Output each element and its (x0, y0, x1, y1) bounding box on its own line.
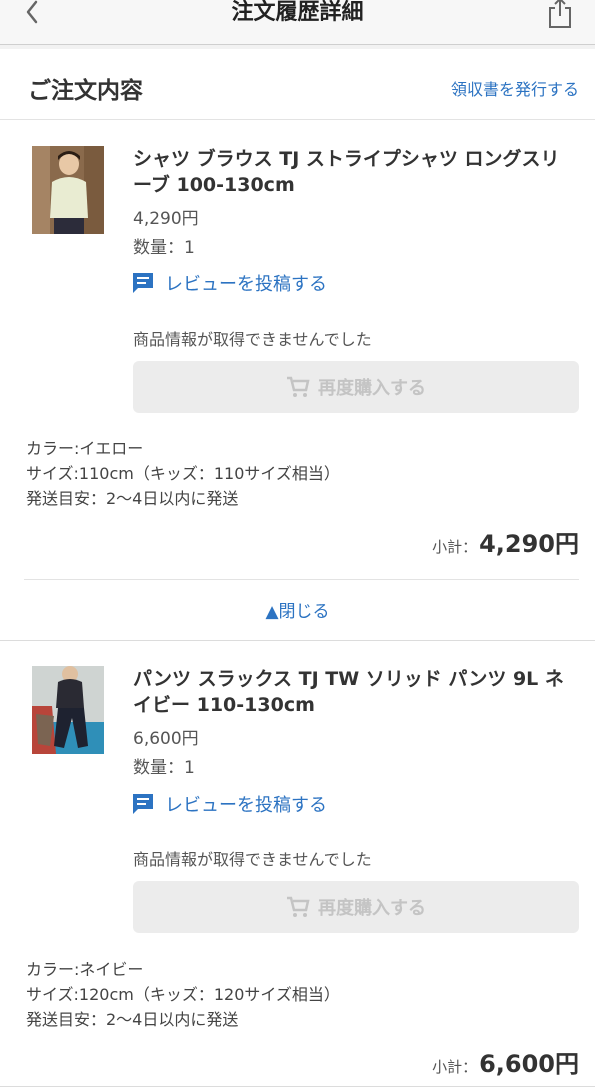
product-attributes: カラー:イエロー サイズ:110cm（キッズ：110サイズ相当） 発送目安：2〜… (26, 436, 340, 511)
top-bar: 注文履歴詳細 (0, 0, 595, 45)
page-title: 注文履歴詳細 (231, 0, 364, 25)
product-name[interactable]: シャツ ブラウス TJ ストライプシャツ ロングスリーブ 100-130cm (133, 146, 571, 198)
product-attributes: カラー:ネイビー サイズ:120cm（キッズ：120サイズ相当） 発送目安：2〜… (26, 957, 340, 1032)
size-attribute: サイズ:120cm（キッズ：120サイズ相当） (26, 985, 340, 1004)
share-icon[interactable] (545, 0, 575, 30)
shipping-estimate: 発送目安：2〜4日以内に発送 (26, 1010, 239, 1029)
subtotal-value: 4,290円 (479, 530, 579, 558)
no-info-text: 商品情報が取得できませんでした (133, 330, 372, 349)
issue-receipt-link[interactable]: 領収書を発行する (451, 76, 579, 100)
product-price: 4,290円 (133, 209, 199, 229)
divider (24, 579, 579, 580)
product-image[interactable] (32, 146, 104, 234)
order-item: パンツ スラックス TJ TW ソリッド パンツ 9L ネイビー 110-130… (0, 641, 595, 1087)
rebuy-label: 再度購入する (318, 378, 426, 399)
product-price: 6,600円 (133, 729, 199, 749)
subtotal: 小計： 4,290円 (432, 524, 579, 559)
review-icon (133, 794, 153, 814)
order-contents-header: ご注文内容 領収書を発行する (0, 49, 595, 120)
product-name[interactable]: パンツ スラックス TJ TW ソリッド パンツ 9L ネイビー 110-130… (133, 666, 571, 718)
post-review-link[interactable]: レビューを投稿する (131, 791, 327, 817)
review-label: レビューを投稿する (165, 274, 327, 295)
rebuy-button[interactable]: 再度購入する (133, 881, 579, 933)
rebuy-label: 再度購入する (318, 898, 426, 919)
review-label: レビューを投稿する (165, 795, 327, 816)
subtotal-label: 小計： (432, 1058, 478, 1076)
subtotal-label: 小計： (432, 538, 478, 556)
no-info-text: 商品情報が取得できませんでした (133, 850, 372, 869)
subtotal: 小計： 6,600円 (432, 1044, 579, 1079)
order-item: シャツ ブラウス TJ ストライプシャツ ロングスリーブ 100-130cm 4… (0, 120, 595, 641)
product-image[interactable] (32, 666, 104, 754)
color-attribute: カラー:ネイビー (26, 960, 144, 979)
product-quantity: 数量：1 (133, 238, 195, 258)
cart-icon (287, 896, 310, 917)
subtotal-value: 6,600円 (479, 1050, 579, 1078)
section-title: ご注文内容 (28, 78, 143, 104)
cart-icon (287, 376, 310, 397)
post-review-link[interactable]: レビューを投稿する (131, 270, 327, 296)
rebuy-button[interactable]: 再度購入する (133, 361, 579, 413)
product-quantity: 数量：1 (133, 758, 195, 778)
close-toggle[interactable]: ▲閉じる (0, 597, 595, 622)
color-attribute: カラー:イエロー (26, 439, 144, 458)
size-attribute: サイズ:110cm（キッズ：110サイズ相当） (26, 464, 340, 483)
shipping-estimate: 発送目安：2〜4日以内に発送 (26, 489, 239, 508)
review-icon (133, 273, 153, 293)
